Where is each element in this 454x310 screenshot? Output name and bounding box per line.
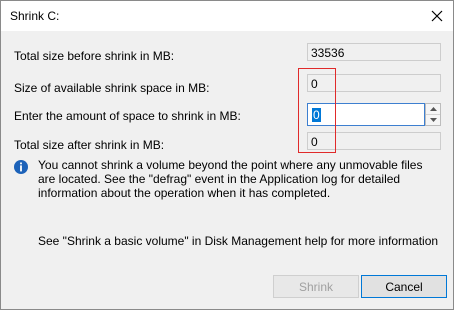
stepper-up-button[interactable] — [426, 104, 440, 115]
shrink-dialog: Shrink C: Total size before shrink in MB… — [0, 0, 454, 310]
stepper-down-button[interactable] — [426, 115, 440, 125]
available-space-label: Size of available shrink space in MB: — [14, 81, 210, 95]
close-button[interactable] — [421, 1, 453, 31]
total-after-label: Total size after shrink in MB: — [14, 138, 165, 152]
window-title: Shrink C: — [10, 9, 60, 23]
shrink-amount-input[interactable]: 0 — [307, 103, 425, 126]
shrink-amount-label: Enter the amount of space to shrink in M… — [14, 109, 241, 123]
shrink-amount-value: 0 — [312, 108, 321, 122]
shrink-amount-stepper[interactable] — [425, 103, 441, 126]
total-before-label: Total size before shrink in MB: — [14, 49, 175, 63]
cancel-button[interactable]: Cancel — [361, 275, 447, 298]
total-after-value: 0 — [307, 132, 441, 150]
total-before-value: 33536 — [307, 43, 441, 61]
available-space-value: 0 — [307, 74, 441, 92]
title-bar: Shrink C: — [1, 1, 453, 31]
info-message: You cannot shrink a volume beyond the po… — [38, 158, 423, 200]
shrink-button[interactable]: Shrink — [273, 275, 359, 298]
close-icon — [431, 10, 443, 22]
info-icon — [14, 160, 28, 174]
chevron-down-icon — [429, 118, 437, 122]
help-text: See "Shrink a basic volume" in Disk Mana… — [38, 234, 439, 248]
chevron-up-icon — [429, 107, 437, 111]
